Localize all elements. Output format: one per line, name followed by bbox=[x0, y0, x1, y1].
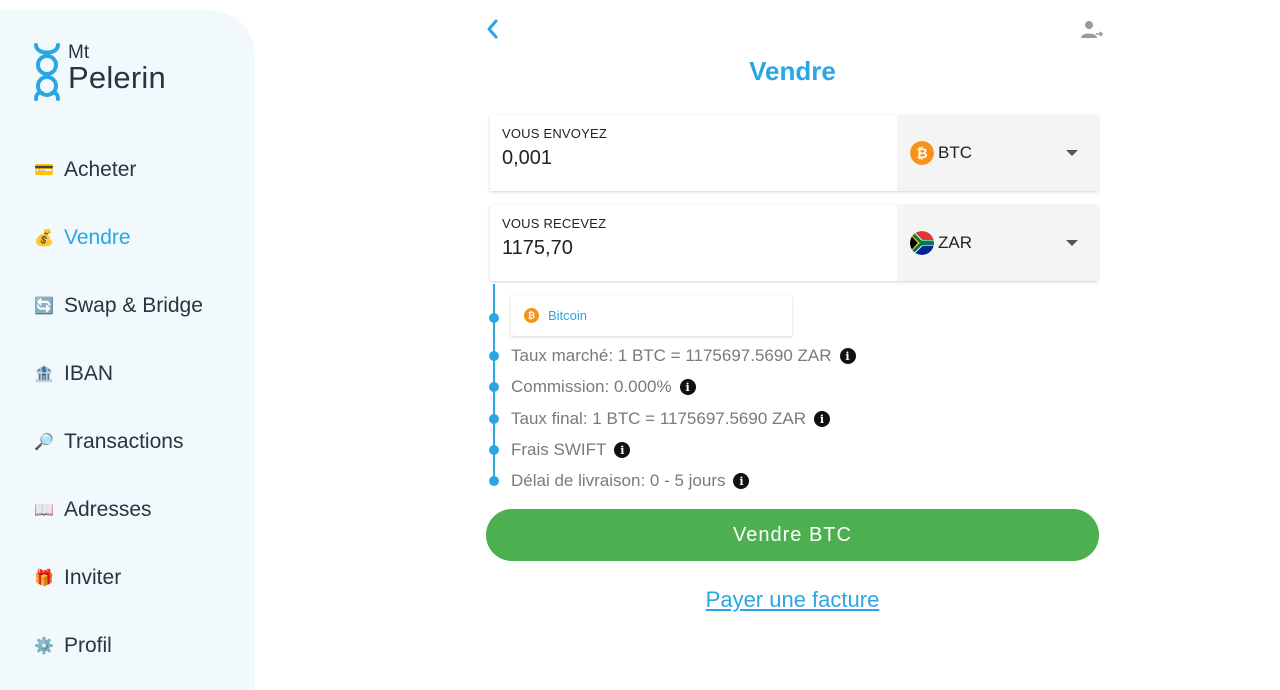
chevron-down-icon bbox=[1066, 150, 1078, 156]
sidebar-item-label: IBAN bbox=[64, 362, 114, 385]
sidebar-item-iban[interactable]: 🏦 IBAN bbox=[34, 340, 203, 408]
market-rate-row: Taux marché: 1 BTC = 1175697.5690 ZAR i bbox=[511, 345, 856, 367]
receive-currency-label: ZAR bbox=[938, 233, 972, 252]
sidebar-item-label: Acheter bbox=[64, 158, 137, 181]
sidebar-item-label: Swap & Bridge bbox=[64, 294, 203, 317]
receive-label: VOUS RECEVEZ bbox=[502, 216, 607, 231]
timeline-dot bbox=[489, 313, 499, 323]
sell-btc-button[interactable]: Vendre BTC bbox=[486, 509, 1099, 561]
delivery-time-row: Délai de livraison: 0 - 5 jours i bbox=[511, 470, 750, 492]
sidebar-item-vendre[interactable]: 💰 Vendre bbox=[34, 204, 203, 272]
credit-card-icon: 💳 bbox=[34, 162, 54, 179]
swift-fee-row: Frais SWIFT i bbox=[511, 439, 631, 461]
sidebar-nav: 💳 Acheter 💰 Vendre 🔄 Swap & Bridge 🏦 IBA… bbox=[34, 136, 203, 680]
final-rate-row: Taux final: 1 BTC = 1175697.5690 ZAR i bbox=[511, 408, 831, 430]
page-title: Vendre bbox=[749, 56, 836, 86]
sidebar-item-label: Inviter bbox=[64, 566, 122, 589]
market-rate-text: Taux marché: 1 BTC = 1175697.5690 ZAR bbox=[511, 346, 832, 365]
send-currency-label: BTC bbox=[938, 143, 972, 162]
sidebar-item-transactions[interactable]: 🔎 Transactions bbox=[34, 408, 203, 476]
chevron-down-icon bbox=[1066, 240, 1078, 246]
bitcoin-icon: ₿ bbox=[524, 308, 539, 323]
back-button[interactable] bbox=[480, 16, 504, 42]
info-icon[interactable]: i bbox=[679, 379, 696, 395]
send-amount-field: VOUS ENVOYEZ ₿ BTC bbox=[490, 115, 1098, 191]
south-africa-flag-icon bbox=[910, 231, 934, 255]
commission-text: Commission: 0.000% bbox=[511, 377, 672, 396]
final-rate-text: Taux final: 1 BTC = 1175697.5690 ZAR bbox=[511, 409, 807, 428]
svg-text:₿: ₿ bbox=[916, 145, 927, 161]
user-logout-icon bbox=[1081, 21, 1104, 38]
delivery-time-text: Délai de livraison: 0 - 5 jours bbox=[511, 471, 726, 490]
sidebar-item-label: Transactions bbox=[64, 430, 184, 453]
sidebar: Mt Pelerin 💳 Acheter 💰 Vendre 🔄 Swap & B… bbox=[0, 10, 255, 690]
sidebar-item-label: Profil bbox=[64, 634, 112, 657]
sidebar-item-adresses[interactable]: 📖 Adresses bbox=[34, 476, 203, 544]
timeline-dot bbox=[489, 414, 499, 424]
timeline-dot bbox=[489, 445, 499, 455]
sidebar-item-inviter[interactable]: 🎁 Inviter bbox=[34, 544, 203, 612]
send-amount-input[interactable] bbox=[502, 147, 882, 170]
svg-text:₿: ₿ bbox=[528, 311, 535, 321]
network-selector[interactable]: ₿ Bitcoin bbox=[511, 295, 792, 336]
account-button[interactable] bbox=[1080, 18, 1104, 42]
logo-pelerin-text: Pelerin bbox=[68, 60, 166, 95]
chevron-left-icon bbox=[487, 19, 498, 39]
info-icon[interactable]: i bbox=[614, 442, 631, 458]
swap-arrows-icon: 🔄 bbox=[34, 298, 54, 315]
gear-icon: ⚙️ bbox=[34, 638, 54, 655]
receive-currency-select[interactable]: ZAR bbox=[897, 205, 1098, 281]
sidebar-item-profil[interactable]: ⚙️ Profil bbox=[34, 612, 203, 680]
pay-invoice-link[interactable]: Payer une facture bbox=[486, 587, 1099, 613]
send-currency-select[interactable]: ₿ BTC bbox=[897, 115, 1098, 191]
bank-icon: 🏦 bbox=[34, 366, 54, 383]
book-icon: 📖 bbox=[34, 502, 54, 519]
sidebar-item-acheter[interactable]: 💳 Acheter bbox=[34, 136, 203, 204]
timeline-dot bbox=[489, 351, 499, 361]
timeline-dot bbox=[489, 382, 499, 392]
sidebar-item-label: Adresses bbox=[64, 498, 152, 521]
bitcoin-icon: ₿ bbox=[910, 141, 934, 165]
receive-amount-input[interactable] bbox=[502, 237, 882, 260]
network-label: Bitcoin bbox=[548, 308, 588, 323]
mt-pelerin-logo-icon bbox=[34, 43, 60, 101]
gift-icon: 🎁 bbox=[34, 570, 54, 587]
send-label: VOUS ENVOYEZ bbox=[502, 126, 607, 141]
timeline-dot bbox=[489, 476, 499, 486]
info-icon[interactable]: i bbox=[839, 348, 856, 364]
magnifier-icon: 🔎 bbox=[34, 434, 54, 451]
money-bag-icon: 💰 bbox=[34, 230, 54, 247]
receive-amount-field: VOUS RECEVEZ ZAR bbox=[490, 205, 1098, 281]
sidebar-item-label: Vendre bbox=[64, 226, 131, 249]
swift-fee-text: Frais SWIFT bbox=[511, 440, 607, 459]
info-icon[interactable]: i bbox=[814, 411, 831, 427]
info-icon[interactable]: i bbox=[733, 473, 750, 489]
sidebar-item-swap-bridge[interactable]: 🔄 Swap & Bridge bbox=[34, 272, 203, 340]
logo[interactable]: Mt Pelerin bbox=[32, 43, 166, 101]
commission-row: Commission: 0.000% i bbox=[511, 376, 696, 398]
